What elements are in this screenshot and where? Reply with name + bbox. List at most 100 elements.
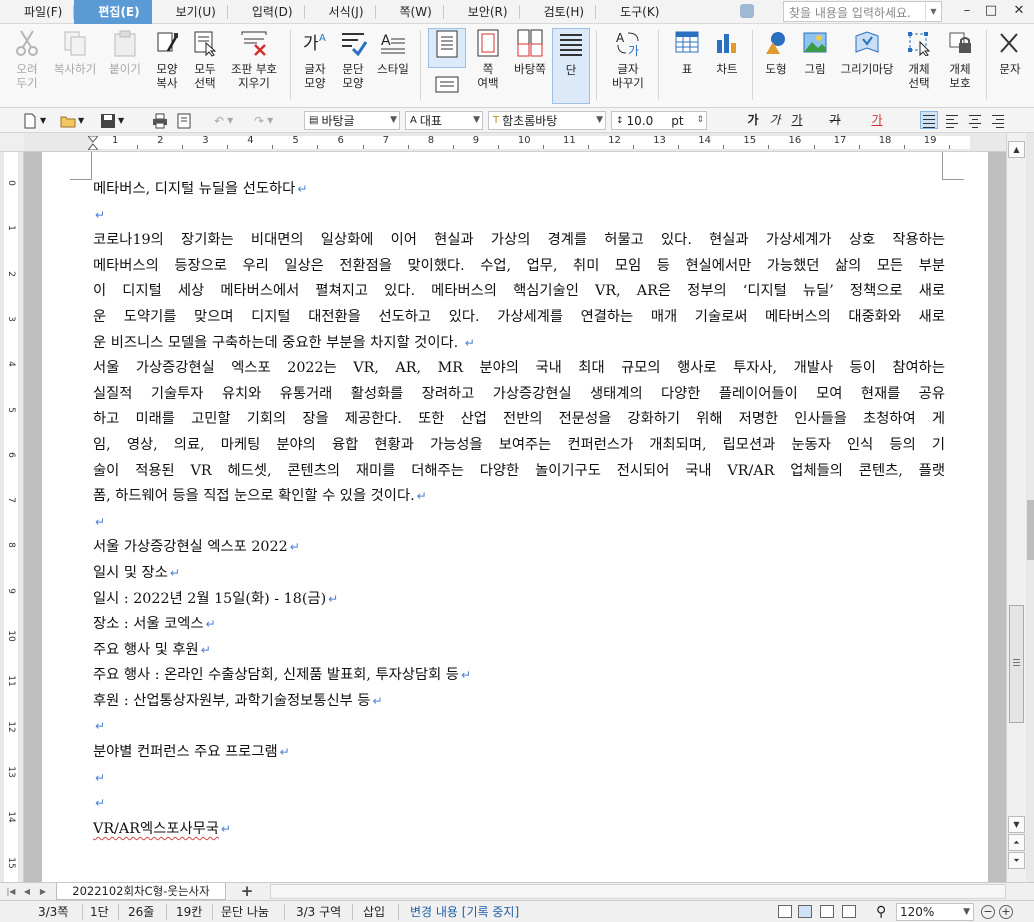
menu-view[interactable]: 보기(U): [152, 0, 228, 24]
style-combo[interactable]: ▤ 바탕글 ▼: [304, 111, 400, 130]
chart-button[interactable]: 차트: [708, 28, 746, 104]
menu-page[interactable]: 쪽(W): [376, 0, 444, 24]
status-track-changes[interactable]: 변경 내용 [기록 중지]: [410, 904, 519, 920]
paragraph-1: 코로나19의 장기화는 비대면의 일상화에 이어 현실과 가상의 경계를 허물고…: [93, 228, 945, 356]
page-down-icon[interactable]: ⏷: [1008, 852, 1025, 869]
shape-label: 도형: [765, 62, 787, 76]
copy-button[interactable]: 복사하기: [48, 28, 102, 104]
cut-button[interactable]: 오려 두기: [6, 28, 48, 104]
char-replace-button[interactable]: A가 글자 바꾸기: [604, 28, 652, 104]
page-up-icon[interactable]: ⏶: [1008, 834, 1025, 851]
size-combo[interactable]: ↕ 10.0 pt ⇕: [611, 111, 707, 130]
document-tab[interactable]: 2022102회차C형-웃는사자: [56, 883, 226, 900]
format-copy-label: 모양 복사: [156, 62, 178, 90]
document-body[interactable]: 메타버스, 디지털 뉴딜을 선도하다 ↵ ↵ 코로나19의 장기화는 비대면의 일…: [93, 177, 945, 842]
search-input[interactable]: 찾을 내용을 입력하세요. ▼: [783, 1, 942, 22]
table-button[interactable]: 표: [668, 28, 706, 104]
scroll-up-icon[interactable]: ▲: [1008, 141, 1025, 158]
format-copy-button[interactable]: 모양 복사: [148, 28, 186, 104]
italic-button[interactable]: 가: [766, 111, 784, 128]
prev-tab-icon[interactable]: ◀: [20, 884, 34, 899]
view-page-icon[interactable]: [798, 905, 812, 918]
text-button[interactable]: 문자: [992, 28, 1028, 104]
language-combo[interactable]: A 대표 ▼: [405, 111, 483, 130]
font-combo[interactable]: T 함초롬바탕 ▼: [488, 111, 606, 130]
chart-icon: [712, 28, 742, 58]
add-tab-button[interactable]: +: [230, 883, 264, 900]
next-tab-icon[interactable]: ▶: [36, 884, 50, 899]
menu-security[interactable]: 보안(R): [444, 0, 520, 24]
margin-button[interactable]: 쪽 여백: [468, 28, 508, 104]
object-protect-button[interactable]: 개체 보호: [940, 28, 980, 104]
indent-marker-icon[interactable]: [86, 135, 100, 151]
close-button[interactable]: ✕: [1010, 3, 1028, 18]
clear-format-button[interactable]: 조판 부호 지우기: [224, 28, 284, 104]
paste-button[interactable]: 붙이기: [104, 28, 146, 104]
style-button[interactable]: A 스타일: [373, 28, 413, 104]
zoom-value: 120%: [900, 905, 935, 919]
table-label: 표: [681, 62, 693, 76]
view-fit-page-icon[interactable]: [842, 905, 856, 918]
select-all-button[interactable]: 모두 선택: [186, 28, 224, 104]
save-icon[interactable]: ▼: [100, 111, 124, 130]
picture-button[interactable]: 그림: [796, 28, 834, 104]
horizontal-scrollbar[interactable]: [270, 884, 1006, 899]
master-page-button[interactable]: 바탕쪽: [508, 28, 552, 104]
page-view-toggle[interactable]: [428, 28, 466, 68]
menu-format[interactable]: 서식(J): [305, 0, 376, 24]
font-color-button[interactable]: 가: [868, 111, 886, 128]
open-folder-icon[interactable]: ▼: [60, 111, 84, 130]
preview-icon[interactable]: [176, 111, 192, 130]
clipart-button[interactable]: 그리기마당: [836, 28, 898, 104]
menu-edit[interactable]: 편집(E): [74, 0, 152, 24]
columns-button[interactable]: 단: [552, 28, 590, 104]
undo-icon[interactable]: ↶ ▼: [214, 111, 233, 130]
print-icon[interactable]: [152, 111, 168, 130]
chevron-down-icon[interactable]: ▼: [925, 2, 941, 21]
vertical-ruler[interactable]: 0 1 2 3 4 5 6 7 8 9 10 11 12 13 14 15: [0, 152, 24, 882]
underline-button[interactable]: 가: [788, 111, 806, 128]
scroll-down-icon[interactable]: ▼: [1008, 816, 1025, 833]
cloud-icon[interactable]: [740, 4, 754, 18]
para-shape-button[interactable]: 문단 모양: [334, 28, 372, 104]
empty-paragraph: ↵: [93, 203, 945, 229]
zoom-in-icon[interactable]: +: [999, 905, 1013, 919]
status-insert-mode[interactable]: 삽입: [363, 904, 385, 920]
document-page[interactable]: 메타버스, 디지털 뉴딜을 선도하다 ↵ ↵ 코로나19의 장기화는 비대면의 일…: [42, 152, 988, 882]
new-doc-icon[interactable]: ▼: [22, 111, 46, 130]
menu-insert[interactable]: 입력(D): [228, 0, 305, 24]
view-normal-icon[interactable]: [778, 905, 792, 918]
document-area[interactable]: 메타버스, 디지털 뉴딜을 선도하다 ↵ ↵ 코로나19의 장기화는 비대면의 일…: [24, 152, 1006, 882]
align-justify-icon[interactable]: [920, 111, 938, 129]
bold-button[interactable]: 가: [744, 111, 762, 128]
zoom-combo[interactable]: 120% ▼: [896, 903, 974, 921]
columns-label: 단: [565, 63, 577, 77]
view-fit-width-icon[interactable]: [820, 905, 834, 918]
minimize-button[interactable]: –: [958, 3, 976, 18]
restore-button[interactable]: □: [982, 3, 1000, 18]
menu-tools[interactable]: 도구(K): [596, 0, 671, 24]
scroll-thumb[interactable]: [1009, 605, 1024, 723]
char-shape-button[interactable]: 가A 글자 모양: [296, 28, 334, 104]
ruler-number: 12: [608, 135, 621, 146]
strike-button[interactable]: 가: [826, 111, 844, 128]
margin-corner-mark: [70, 152, 92, 180]
redo-icon[interactable]: ↷ ▼: [254, 111, 273, 130]
align-right-icon[interactable]: [989, 111, 1007, 129]
status-page[interactable]: 3/3쪽: [38, 904, 68, 920]
zoom-out-icon[interactable]: −: [981, 905, 995, 919]
vertical-scrollbar[interactable]: ▲ ▼ ⏶ ⏷: [1006, 133, 1026, 882]
align-center-icon[interactable]: [966, 111, 984, 129]
first-tab-icon[interactable]: |◀: [4, 884, 18, 899]
paragraph-line: 하고 미래를 고민할 기회의 장을 제공한다. 또한 산업 전반의 전문성을 강…: [93, 411, 945, 428]
side-panel-grip[interactable]: [1027, 500, 1034, 560]
zoom-magnifier-icon[interactable]: ⚲: [876, 904, 886, 920]
page-layout-toggle[interactable]: [428, 72, 466, 100]
shape-button[interactable]: 도형: [758, 28, 794, 104]
menu-file[interactable]: 파일(F): [0, 0, 75, 24]
align-left-icon[interactable]: [943, 111, 961, 129]
style-label: 스타일: [377, 62, 409, 76]
horizontal-ruler[interactable]: 1 2 3 4 5 6 7 8 9 10 11 12 13 14 15 16 17 18 19: [24, 133, 1006, 152]
menu-review[interactable]: 검토(H): [520, 0, 597, 24]
object-select-button[interactable]: 개체 선택: [900, 28, 938, 104]
